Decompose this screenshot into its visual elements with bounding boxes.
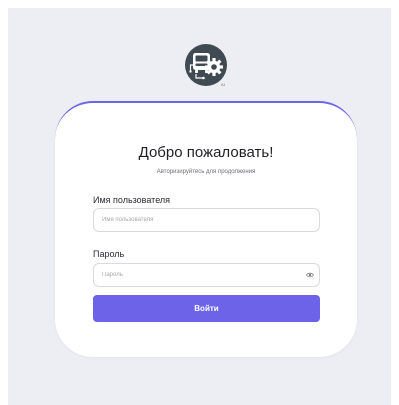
page-title: Добро пожаловать! [138,144,274,161]
bus-gear-icon [185,44,227,86]
username-input[interactable] [94,209,319,231]
login-card: Добро пожаловать! Авторизируйтесь для пр… [55,101,357,357]
username-label: Имя пользователя [93,195,171,205]
page-subtitle: Авторизируйтесь для продолжения [156,169,256,175]
password-field-box [93,263,320,287]
password-label: Пароль [93,249,125,259]
username-field-box [93,208,320,232]
logo-mark: AI [221,82,225,87]
password-input[interactable] [94,264,319,286]
login-button[interactable]: Войти [93,295,320,322]
eye-icon[interactable] [306,272,314,278]
